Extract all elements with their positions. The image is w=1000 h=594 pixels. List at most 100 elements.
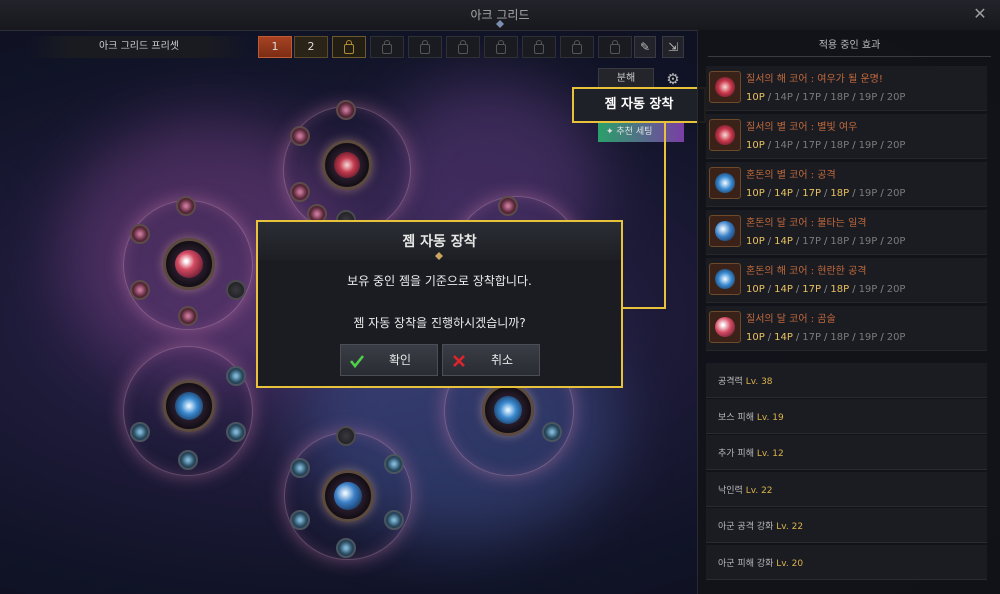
gem-socket[interactable] — [290, 510, 310, 530]
point-tier: 10P — [746, 284, 765, 295]
lock-icon — [420, 40, 430, 54]
gem-socket[interactable] — [130, 280, 150, 300]
gem-socket[interactable] — [130, 422, 150, 442]
gem-socket[interactable] — [226, 422, 246, 442]
lock-icon — [534, 40, 544, 54]
point-tier: 10P — [746, 332, 765, 343]
lock-icon — [572, 40, 582, 54]
effect-points: 10P/14P/17P/18P/19P/20P — [746, 140, 906, 151]
point-tier: 14P — [774, 332, 793, 343]
gem-socket[interactable] — [336, 100, 356, 120]
preset-slot-locked[interactable] — [560, 36, 594, 58]
stat-level: Lv. 20 — [776, 559, 804, 569]
preset-slot-locked[interactable] — [408, 36, 442, 58]
effect-item[interactable]: 질서의 해 코어 : 여우가 될 운명! 10P/14P/17P/18P/19P… — [706, 66, 987, 111]
lock-icon — [382, 40, 392, 54]
moon-gem-icon — [175, 250, 203, 278]
preset-slot-locked[interactable] — [370, 36, 404, 58]
point-tier: 20P — [886, 332, 906, 343]
point-tier: 18P — [830, 284, 850, 295]
effect-item[interactable]: 혼돈의 별 코어 : 공격 10P/14P/17P/18P/19P/20P — [706, 162, 987, 207]
auto-equip-dialog: 젬 자동 장착 보유 중인 젬을 기준으로 장착합니다. 젬 자동 장착을 진행… — [256, 220, 623, 388]
gem-socket[interactable] — [384, 510, 404, 530]
stat-level: Lv. 22 — [745, 486, 773, 496]
stat-name: 아군 피해 강화 — [718, 559, 774, 569]
point-tier: 17P — [802, 284, 822, 295]
core-icon — [709, 71, 741, 103]
gem-socket[interactable] — [290, 458, 310, 478]
confirm-button[interactable]: 확인 — [340, 344, 438, 376]
gem-socket[interactable] — [176, 196, 196, 216]
core-icon — [709, 167, 741, 199]
effect-item[interactable]: 질서의 달 코어 : 곰술 10P/14P/17P/18P/19P/20P — [706, 306, 987, 351]
preset-slot-locked[interactable] — [598, 36, 632, 58]
dialog-title: 젬 자동 장착 — [402, 234, 477, 250]
stat-level: Lv. 38 — [745, 377, 773, 387]
core-socket[interactable] — [482, 384, 534, 436]
preset-slot-locked[interactable] — [484, 36, 518, 58]
empty-gem-socket[interactable] — [336, 426, 356, 446]
panel-title: 적용 중인 효과 — [818, 40, 881, 51]
core-socket[interactable] — [322, 470, 374, 522]
stat-row: 아군 공격 강화 Lv. 22 — [706, 508, 987, 543]
recommend-setting-button[interactable]: ✦ 추천 세팅 — [598, 122, 684, 142]
point-tier: 17P — [802, 188, 822, 199]
close-icon[interactable]: ✕ — [970, 4, 990, 24]
stat-name: 추가 피해 — [718, 449, 754, 459]
point-tier: 18P — [830, 188, 850, 199]
point-tier: 14P — [774, 188, 793, 199]
gem-socket[interactable] — [290, 126, 310, 146]
gem-socket[interactable] — [336, 538, 356, 558]
point-tier: 14P — [774, 236, 793, 247]
point-tier: 10P — [746, 140, 765, 151]
stat-row: 보스 피해 Lv. 19 — [706, 399, 987, 434]
export-icon[interactable]: ⇲ — [662, 36, 684, 58]
preset-slot-locked[interactable] — [522, 36, 556, 58]
gem-socket[interactable] — [542, 422, 562, 442]
title-ornament-icon — [419, 252, 459, 260]
confirm-label: 확인 — [389, 353, 412, 367]
effect-item[interactable]: 혼돈의 달 코어 : 불타는 일격 10P/14P/17P/18P/19P/20… — [706, 210, 987, 255]
point-tier: 18P — [830, 140, 850, 151]
gem-socket[interactable] — [130, 224, 150, 244]
core-socket[interactable] — [163, 380, 215, 432]
effect-name: 혼돈의 달 코어 : 불타는 일격 — [746, 218, 867, 229]
stat-row: 낙인력 Lv. 22 — [706, 472, 987, 507]
effect-points: 10P/14P/17P/18P/19P/20P — [746, 332, 906, 343]
close-icon — [453, 355, 465, 367]
callout-connector — [622, 307, 666, 309]
point-tier: 19P — [858, 284, 878, 295]
effect-item[interactable]: 질서의 별 코어 : 별빛 여우 10P/14P/17P/18P/19P/20P — [706, 114, 987, 159]
point-tier: 14P — [774, 140, 793, 151]
gem-socket[interactable] — [178, 306, 198, 326]
core-socket[interactable] — [322, 140, 372, 190]
point-tier: 10P — [746, 236, 765, 247]
stat-name: 아군 공격 강화 — [718, 522, 774, 532]
point-tier: 18P — [830, 332, 850, 343]
stat-row: 아군 피해 강화 Lv. 20 — [706, 545, 987, 580]
empty-gem-socket[interactable] — [226, 280, 246, 300]
stat-name: 공격력 — [718, 377, 743, 387]
preset-slot-1[interactable]: 1 — [258, 36, 292, 58]
checkmark-icon — [349, 355, 365, 369]
effect-name: 질서의 별 코어 : 별빛 여우 — [746, 122, 858, 133]
point-tier: 10P — [746, 92, 765, 103]
point-tier: 14P — [774, 92, 793, 103]
point-tier: 19P — [858, 188, 878, 199]
effect-points: 10P/14P/17P/18P/19P/20P — [746, 92, 906, 103]
gem-socket[interactable] — [178, 450, 198, 470]
preset-slot-locked[interactable] — [332, 36, 366, 58]
edit-icon[interactable]: ✎ — [634, 36, 656, 58]
star-gem-icon — [494, 396, 522, 424]
cancel-button[interactable]: 취소 — [442, 344, 540, 376]
gem-socket[interactable] — [498, 196, 518, 216]
gem-socket[interactable] — [226, 366, 246, 386]
gem-socket[interactable] — [290, 182, 310, 202]
core-icon — [709, 263, 741, 295]
point-tier: 10P — [746, 188, 765, 199]
gem-socket[interactable] — [384, 454, 404, 474]
effect-item[interactable]: 혼돈의 해 코어 : 현란한 공격 10P/14P/17P/18P/19P/20… — [706, 258, 987, 303]
preset-slot-locked[interactable] — [446, 36, 480, 58]
core-socket[interactable] — [163, 238, 215, 290]
preset-slot-2[interactable]: 2 — [294, 36, 328, 58]
